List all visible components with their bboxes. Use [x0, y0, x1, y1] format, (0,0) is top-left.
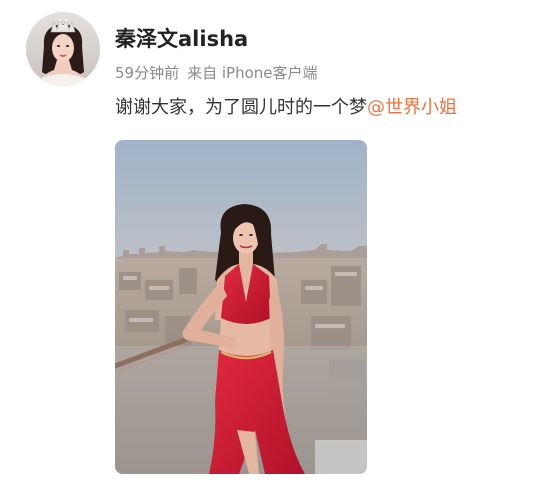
post-meta: 59分钟前 来自 iPhone客户端	[115, 62, 318, 84]
avatar[interactable]	[26, 12, 100, 86]
mention-link[interactable]: @世界小姐	[367, 97, 457, 118]
post-text: 谢谢大家，为了圆儿时的一个梦	[115, 97, 367, 118]
weibo-post: 秦泽文alisha 59分钟前 来自 iPhone客户端 谢谢大家，为了圆儿时的一…	[0, 0, 556, 491]
post-time[interactable]: 59分钟前	[115, 64, 179, 82]
author-name[interactable]: 秦泽文alisha	[115, 25, 248, 53]
avatar-image	[26, 12, 100, 86]
post-source: 来自 iPhone客户端	[187, 64, 318, 82]
photo-woman-red-dress-icon	[115, 140, 367, 474]
post-content: 谢谢大家，为了圆儿时的一个梦@世界小姐	[115, 94, 457, 122]
post-image[interactable]	[115, 140, 367, 474]
